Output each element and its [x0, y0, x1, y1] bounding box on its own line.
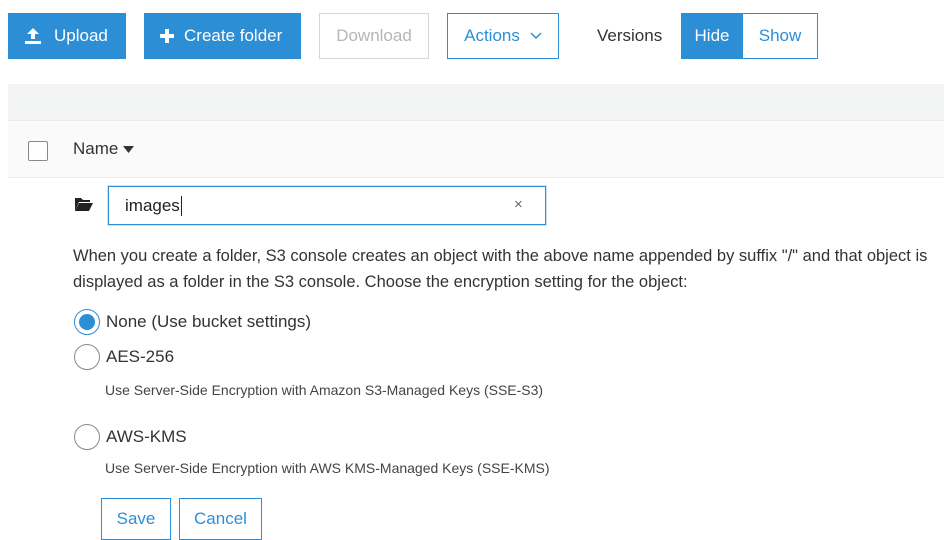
name-header-label: Name	[73, 139, 119, 158]
sort-down-icon	[123, 145, 135, 153]
folder-open-icon	[75, 198, 93, 211]
radio-label-aes256: AES-256	[106, 347, 175, 366]
save-label: Save	[116, 509, 156, 528]
select-all-checkbox[interactable]	[28, 141, 48, 161]
radio-option-aes256[interactable]: AES-256	[74, 344, 174, 370]
show-label: Show	[758, 26, 802, 45]
radio-label-awskms: AWS-KMS	[106, 427, 187, 446]
radio-label-none: None (Use bucket settings)	[106, 312, 312, 331]
actions-label: Actions	[464, 26, 520, 45]
upload-icon	[25, 28, 41, 44]
versions-show-toggle[interactable]: Show	[742, 13, 818, 59]
versions-label: Versions	[597, 26, 663, 45]
radio-option-none[interactable]: None (Use bucket settings)	[74, 309, 311, 335]
clear-input-icon[interactable]: ×	[514, 196, 523, 213]
plus-icon	[160, 29, 174, 43]
create-folder-label: Create folder	[184, 26, 283, 45]
upload-label: Upload	[54, 26, 108, 45]
table-header	[8, 120, 944, 178]
cancel-label: Cancel	[194, 509, 247, 528]
download-label: Download	[336, 26, 412, 45]
create-folder-button[interactable]: Create folder	[144, 13, 301, 59]
text-caret	[180, 195, 182, 216]
actions-dropdown[interactable]: Actions	[447, 13, 559, 59]
download-button[interactable]: Download	[319, 13, 429, 59]
cancel-button[interactable]: Cancel	[179, 498, 262, 540]
chevron-down-icon	[530, 32, 542, 40]
folder-description: When you create a folder, S3 console cre…	[73, 247, 928, 291]
radio-option-awskms[interactable]: AWS-KMS	[74, 424, 187, 450]
radio-desc-awskms: Use Server-Side Encryption with AWS KMS-…	[105, 460, 550, 476]
name-column-header[interactable]: Name	[73, 139, 135, 159]
radio-button-aes256[interactable]	[74, 344, 100, 370]
save-button[interactable]: Save	[101, 498, 171, 540]
folder-name-input[interactable]: images	[108, 186, 546, 225]
upload-button[interactable]: Upload	[8, 13, 126, 59]
versions-hide-toggle[interactable]: Hide	[681, 13, 743, 59]
hide-label: Hide	[694, 26, 730, 45]
radio-button-awskms[interactable]	[74, 424, 100, 450]
folder-name-value: images	[125, 195, 180, 215]
radio-button-none[interactable]	[74, 309, 100, 335]
filter-bar	[8, 84, 944, 120]
radio-desc-aes256: Use Server-Side Encryption with Amazon S…	[105, 382, 544, 398]
